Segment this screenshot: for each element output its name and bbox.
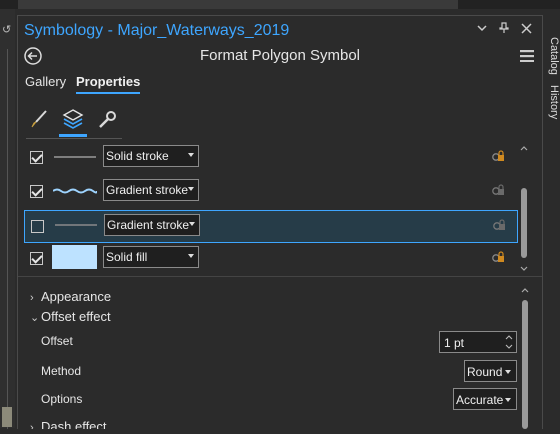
tab-properties[interactable]: Properties <box>76 74 141 94</box>
side-tab-history[interactable]: History <box>548 85 560 119</box>
layer-row[interactable]: Solid stroke <box>24 143 518 175</box>
lock-icon[interactable] <box>492 218 506 237</box>
layer-type-dropdown[interactable]: Gradient stroke <box>104 214 200 236</box>
lock-icon[interactable] <box>491 183 505 202</box>
chevron-down-icon <box>188 254 194 258</box>
layer-type-dropdown[interactable]: Gradient stroke <box>103 179 199 201</box>
layer-type-label: Solid fill <box>106 250 148 264</box>
section-offset-effect-label: Offset effect <box>41 309 111 324</box>
lock-icon[interactable] <box>491 250 505 269</box>
section-appearance[interactable]: › Appearance <box>30 289 111 304</box>
section-divider <box>18 276 542 277</box>
layer-preview-gradient-stroke <box>52 213 99 237</box>
properties-scrollbar[interactable] <box>520 288 530 429</box>
symbology-pane: Symbology - Major_Waterways_2019 Format … <box>17 15 543 429</box>
chevron-down-icon <box>188 153 194 157</box>
options-value: Accurate <box>456 393 504 407</box>
wrench-icon[interactable] <box>94 106 120 132</box>
offset-spinner[interactable] <box>504 334 514 350</box>
offset-value: 1 pt <box>444 336 465 350</box>
tab-gallery[interactable]: Gallery <box>25 74 66 89</box>
map-edge-image <box>2 407 12 427</box>
layer-type-label: Gradient stroke <box>106 183 189 197</box>
layer-visibility-checkbox[interactable] <box>31 220 44 233</box>
offset-label: Offset <box>41 334 73 348</box>
symbol-tool-row <box>26 104 126 140</box>
section-appearance-label: Appearance <box>41 289 112 304</box>
layer-list-scrollbar[interactable] <box>519 146 529 272</box>
layer-preview-solid-stroke <box>51 145 98 169</box>
layer-type-label: Gradient stroke <box>107 218 190 232</box>
map-edge-glyph: ↺ <box>2 24 12 36</box>
layer-visibility-checkbox[interactable] <box>30 185 43 198</box>
pane-controls <box>477 22 532 34</box>
layer-preview-fill-swatch <box>52 245 97 269</box>
method-dropdown[interactable]: Round <box>464 360 517 382</box>
chevron-down-icon <box>505 398 511 402</box>
pin-icon[interactable] <box>499 22 509 34</box>
layer-properties: › Appearance ⌄ Offset effect Offset 1 pt M… <box>18 284 532 429</box>
chevron-down-icon[interactable] <box>477 24 487 32</box>
chevron-down-icon: ⌄ <box>30 312 40 324</box>
layer-row[interactable]: Gradient stroke <box>24 177 518 209</box>
layer-preview-gradient-stroke <box>51 179 98 203</box>
menu-icon[interactable] <box>520 49 534 67</box>
close-icon[interactable] <box>521 22 532 34</box>
layer-visibility-checkbox[interactable] <box>30 151 43 164</box>
pane-subtitle: Format Polygon Symbol <box>199 47 361 64</box>
lock-icon[interactable] <box>491 149 505 168</box>
section-offset-effect[interactable]: ⌄ Offset effect <box>30 309 111 324</box>
pane-title: Symbology - Major_Waterways_2019 <box>24 22 290 39</box>
side-tab-bar: Catalog History <box>545 15 560 428</box>
layer-row-selected[interactable]: Gradient stroke <box>24 210 518 243</box>
map-edge-divider <box>7 49 8 429</box>
side-tab-catalog[interactable]: Catalog <box>548 37 560 75</box>
method-value: Round <box>467 365 503 379</box>
offset-input[interactable]: 1 pt <box>439 331 517 353</box>
tool-selection-indicator <box>59 134 87 137</box>
chevron-down-icon <box>188 187 194 191</box>
top-strip <box>0 0 560 9</box>
chevron-right-icon: › <box>30 292 34 304</box>
chevron-down-icon <box>505 370 511 374</box>
method-label: Method <box>41 364 82 378</box>
layers-icon[interactable] <box>60 106 86 132</box>
paintbrush-icon[interactable] <box>26 106 52 132</box>
layer-type-dropdown[interactable]: Solid fill <box>103 246 199 268</box>
options-label: Options <box>41 392 83 406</box>
options-dropdown[interactable]: Accurate <box>453 388 517 410</box>
symbol-layer-list: Solid stroke Gradient stroke Gradient st… <box>24 143 524 273</box>
chevron-down-icon <box>189 222 195 226</box>
layer-type-label: Solid stroke <box>106 149 169 163</box>
top-tab-area <box>18 0 458 9</box>
layer-row[interactable]: Solid fill <box>24 244 518 273</box>
tool-row-divider <box>26 138 122 139</box>
map-edge: ↺ <box>0 9 15 429</box>
layer-type-dropdown[interactable]: Solid stroke <box>103 145 199 167</box>
layer-visibility-checkbox[interactable] <box>30 252 43 265</box>
